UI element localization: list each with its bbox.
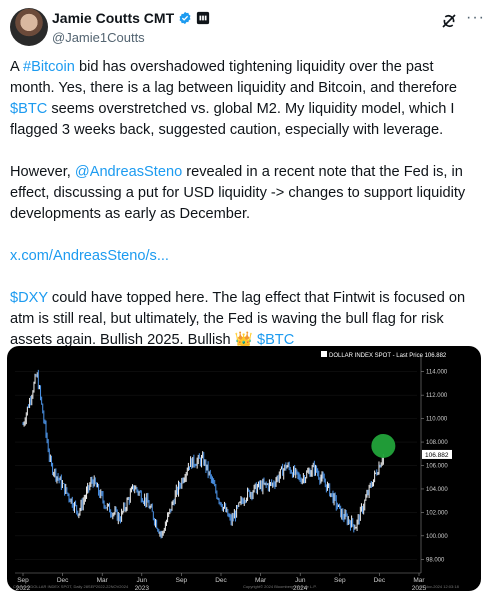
footer-copyright: Copyright© 2024 Bloomberg Finance L.P. [243,584,317,589]
avatar[interactable] [10,8,48,46]
legend-swatch [321,351,327,357]
footer-timestamp: 27-Nov-2024 12:03:18 [419,584,460,589]
y-tick-label: 112.000 [426,393,448,399]
y-tick-label: 98.000 [426,557,445,563]
x-tick-label: Mar [413,577,425,584]
author-row: Jamie Coutts CMT [52,10,210,26]
footer-source: Currency DOLLAR INDEX SPOT, Daily 28SEP2… [13,584,129,589]
y-tick-label: 106.000 [426,464,448,470]
chart-title: DOLLAR INDEX SPOT - Last Price 106.882 [329,353,447,359]
text-span: A [10,59,23,75]
hashtag-bitcoin[interactable]: #Bitcoin [23,59,75,75]
cashtag-dxy[interactable]: $DXY [10,290,48,306]
paragraph-1: A #Bitcoin bid has overshadowed tighteni… [10,57,482,141]
external-link[interactable]: x.com/AndreasSteno/s... [10,246,482,267]
grok-icon[interactable] [440,12,458,30]
last-price-label: 106.882 [425,452,449,459]
x-tick-label: Dec [215,577,227,584]
dxy-chart: 98.000 100.000 102.000 104.000 106.000 108.00… [13,351,460,591]
highlight-circle [371,433,396,458]
y-tick-label: 114.000 [426,370,448,376]
x-tick-label: Jun [137,577,148,584]
cashtag-btc[interactable]: $BTC [10,101,47,117]
text-span: seems overstretched vs. global M2. My li… [10,101,455,138]
text-span: bid has overshadowed tightening liquidit… [10,59,458,96]
x-tick-label: Mar [97,577,109,584]
paragraph-4: $DXY could have topped here. The lag eff… [10,288,482,351]
dxy-chart-image[interactable]: 98.000 100.000 102.000 104.000 106.000 108.00… [7,346,481,591]
verified-badge-icon [179,11,191,25]
author-name[interactable]: Jamie Coutts CMT [52,10,174,26]
tweet-header: Jamie Coutts CMT @Jamie1Coutts ··· [0,0,490,56]
paragraph-2: However, @AndreasSteno revealed in a rec… [10,162,482,225]
more-options-icon[interactable]: ··· [466,9,485,27]
y-tick-label: 108.000 [426,440,448,446]
x-tick-label: Jun [295,577,306,584]
y-tick-label: 110.000 [426,417,448,423]
y-tick-label: 100.000 [426,534,448,540]
y-tick-label: 104.000 [426,487,448,493]
x-tick-label: Sep [176,577,188,584]
x-tick-label: Dec [57,577,69,584]
x-tick-label: Sep [17,577,29,584]
text-span: However, [10,164,75,180]
mention-andreassteno[interactable]: @AndreasSteno [75,164,182,180]
author-handle[interactable]: @Jamie1Coutts [52,30,145,45]
x-tick-label: Mar [255,577,267,584]
affiliate-badge-icon [197,11,210,25]
x-year-label: 2023 [135,585,150,591]
y-tick-label: 102.000 [426,510,448,516]
tweet-text: A #Bitcoin bid has overshadowed tighteni… [10,57,482,351]
x-tick-label: Dec [374,577,386,584]
x-tick-label: Sep [334,577,346,584]
